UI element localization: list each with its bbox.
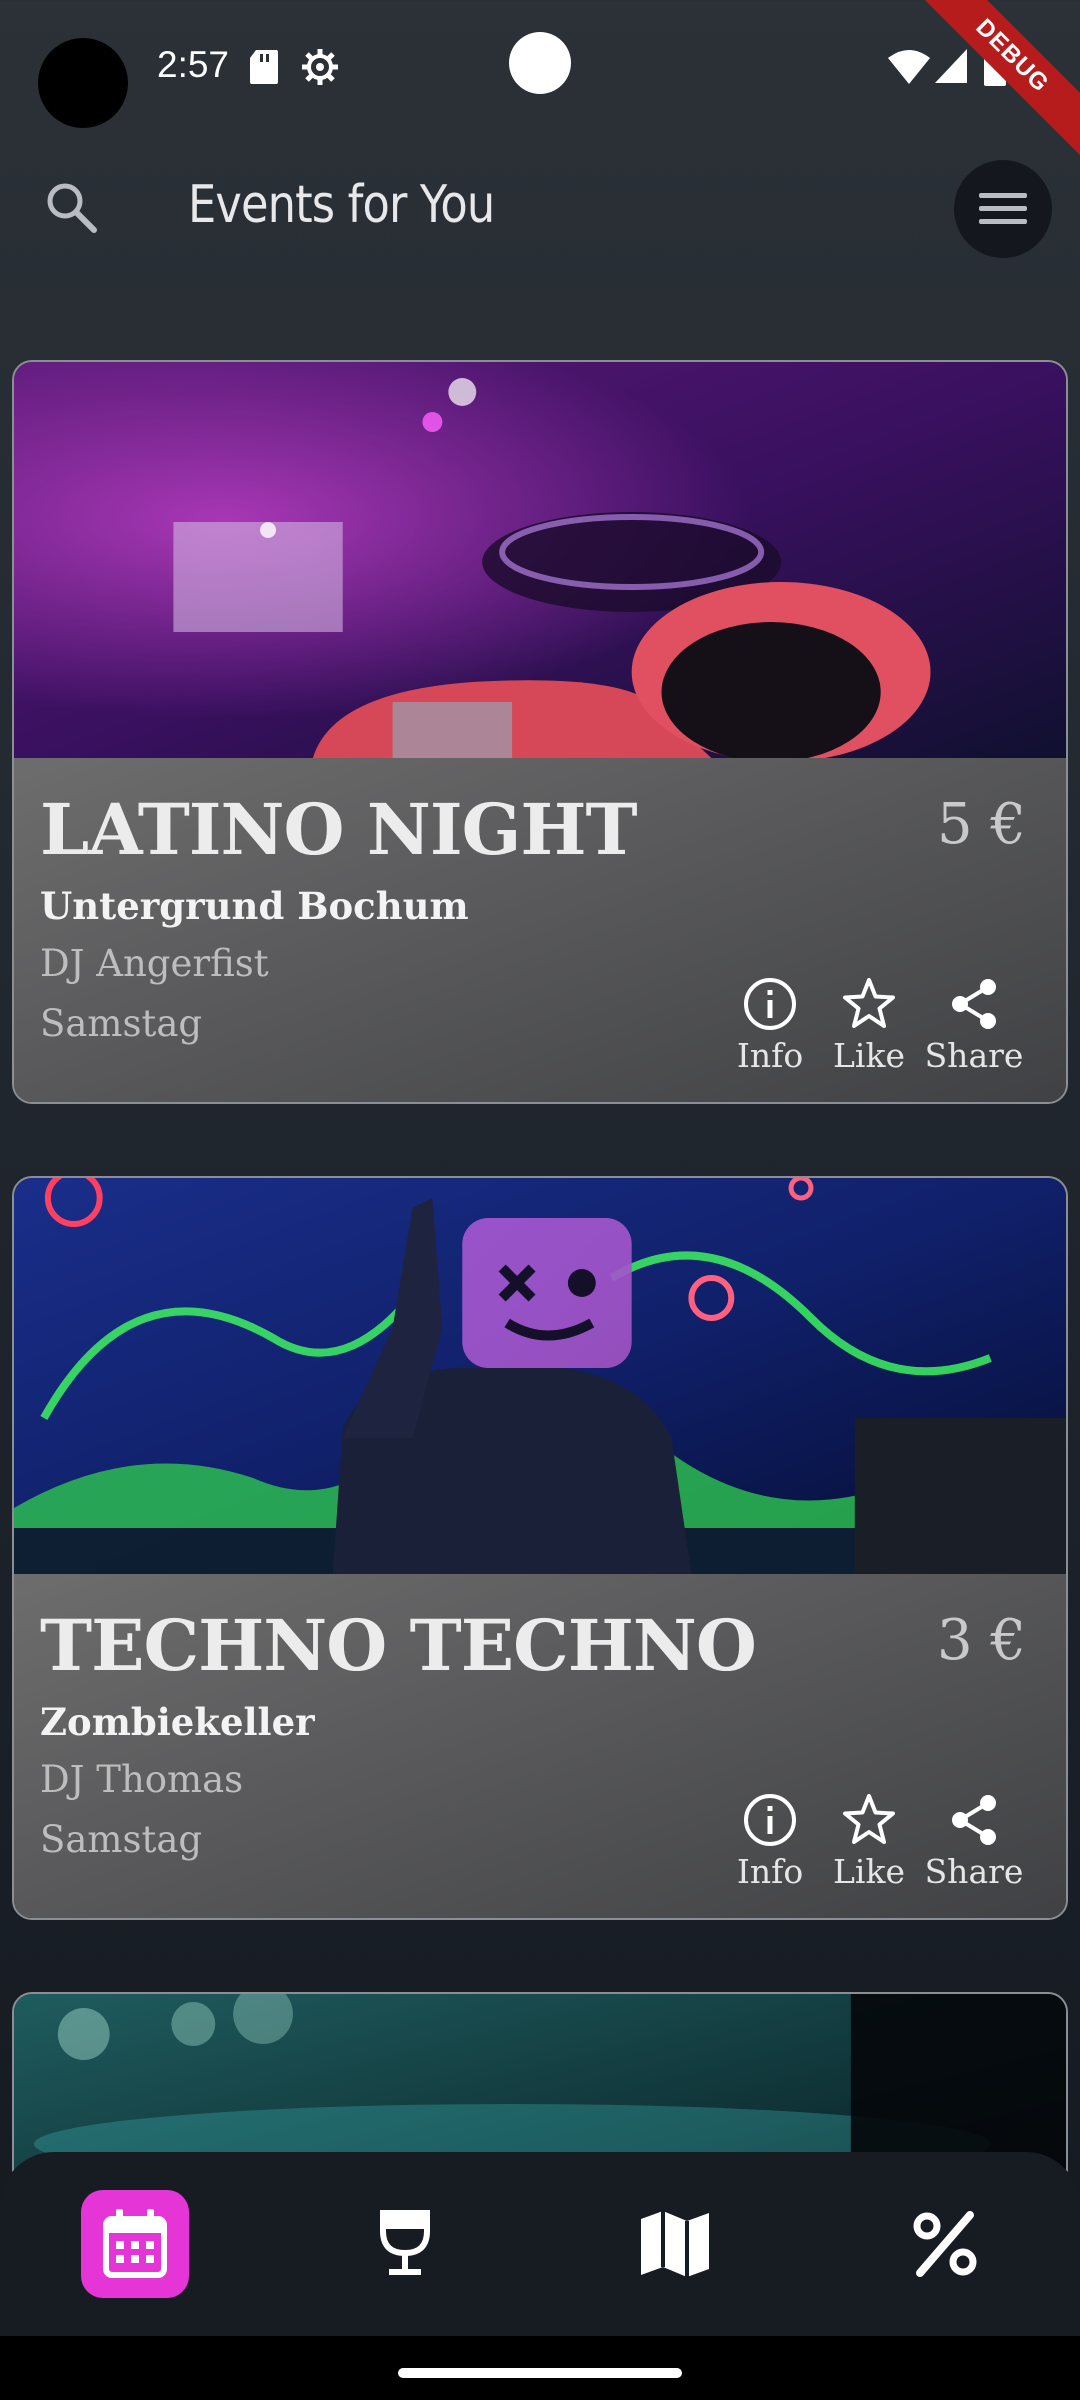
info-label: Info: [736, 1852, 804, 1891]
event-title: TECHNO TECHNO: [40, 1604, 757, 1687]
event-card[interactable]: TECHNO TECHNO 3 € Zombiekeller DJ Thomas…: [12, 1176, 1068, 1920]
nav-deals[interactable]: [891, 2190, 999, 2298]
sd-card-icon: [250, 50, 278, 84]
front-camera: [38, 38, 128, 128]
event-day: Samstag: [40, 1818, 203, 1861]
nav-bars[interactable]: [351, 2190, 459, 2298]
app-bar: Events for You: [0, 150, 1080, 280]
event-price: 3 €: [936, 1608, 1026, 1673]
share-icon: [952, 1795, 996, 1845]
star-icon: [843, 1794, 895, 1844]
bottom-navigation: [0, 2152, 1080, 2336]
calendar-icon: [103, 2209, 167, 2278]
event-venue: Zombiekeller: [40, 1700, 315, 1744]
settings-gear-icon: [302, 49, 338, 85]
nav-map[interactable]: [621, 2190, 729, 2298]
menu-button[interactable]: [954, 160, 1052, 258]
wifi-icon: [888, 50, 930, 84]
camera-cutout: [509, 32, 571, 94]
event-venue: Untergrund Bochum: [40, 884, 469, 928]
event-dj: DJ Thomas: [40, 1758, 244, 1801]
event-details: LATINO NIGHT 5 € Untergrund Bochum DJ An…: [14, 758, 1066, 1102]
share-button[interactable]: Share: [924, 976, 1024, 1075]
share-icon: [952, 979, 996, 1029]
hamburger-menu-icon: [979, 193, 1027, 224]
info-label: Info: [736, 1036, 804, 1075]
info-button[interactable]: Info: [720, 1792, 820, 1891]
wine-glass-icon: [380, 2210, 430, 2275]
like-button[interactable]: Like: [819, 1792, 919, 1891]
share-label: Share: [924, 1036, 1024, 1075]
like-button[interactable]: Like: [819, 976, 919, 1075]
info-button[interactable]: Info: [720, 976, 820, 1075]
like-label: Like: [833, 1036, 905, 1075]
status-time: 2:57: [157, 44, 230, 85]
event-price: 5 €: [936, 792, 1026, 857]
search-icon[interactable]: [44, 180, 98, 234]
share-label: Share: [924, 1852, 1024, 1891]
star-icon: [843, 978, 895, 1028]
percent-icon: [913, 2211, 977, 2277]
page-title: Events for You: [188, 175, 495, 235]
nav-events[interactable]: [81, 2190, 189, 2298]
event-title: LATINO NIGHT: [40, 788, 638, 871]
cell-signal-icon: [935, 49, 967, 83]
info-icon: [744, 1794, 796, 1846]
event-card[interactable]: LATINO NIGHT 5 € Untergrund Bochum DJ An…: [12, 360, 1068, 1104]
event-image: [14, 1178, 1066, 1574]
map-icon: [641, 2211, 709, 2277]
event-image: [14, 362, 1066, 758]
like-label: Like: [833, 1852, 905, 1891]
system-navigation-area: [0, 2336, 1080, 2400]
event-dj: DJ Angerfist: [40, 942, 269, 985]
info-icon: [744, 978, 796, 1030]
share-button[interactable]: Share: [924, 1792, 1024, 1891]
status-bar: 2:57 DEBUG: [0, 0, 1080, 164]
event-day: Samstag: [40, 1002, 203, 1045]
home-indicator[interactable]: [398, 2368, 682, 2378]
event-details: TECHNO TECHNO 3 € Zombiekeller DJ Thomas…: [14, 1574, 1066, 1918]
